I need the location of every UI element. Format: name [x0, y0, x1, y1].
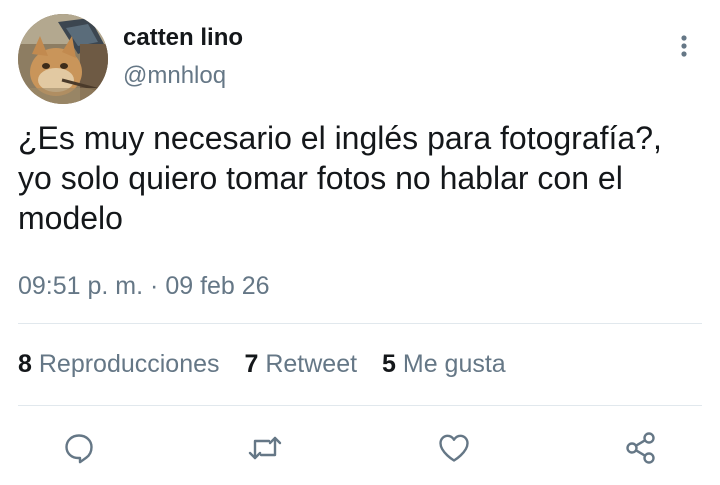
tweet-time: 09:51 p. m.: [18, 272, 144, 300]
tweet-timestamp[interactable]: 09:51 p. m. · 09 feb 26: [18, 268, 270, 304]
avatar-image: [18, 14, 108, 104]
more-vertical-icon: [681, 35, 687, 57]
likes-label: Me gusta: [402, 350, 506, 378]
reply-button[interactable]: [57, 426, 101, 470]
heart-icon: [439, 434, 469, 462]
likes-stat[interactable]: 5 Me gusta: [382, 346, 506, 382]
tweet-text: ¿Es muy necesario el inglés para fotogra…: [18, 120, 662, 236]
share-button[interactable]: [619, 426, 663, 470]
like-button[interactable]: [432, 426, 476, 470]
tweet-date: 09 feb 26: [165, 272, 270, 300]
retweets-count: 7: [244, 350, 259, 378]
divider: [18, 405, 702, 406]
views-label: Reproducciones: [38, 350, 220, 378]
tweet-card: catten lino @mnhloq ¿Es muy necesario el…: [0, 0, 720, 485]
retweets-label: Retweet: [265, 350, 358, 378]
user-handle[interactable]: @mnhloq: [123, 56, 243, 96]
retweets-stat[interactable]: 7 Retweet: [244, 346, 357, 382]
avatar[interactable]: [18, 14, 108, 104]
retweet-icon: [248, 436, 282, 460]
share-icon: [626, 432, 655, 464]
likes-count: 5: [382, 350, 396, 378]
display-name[interactable]: catten lino: [123, 20, 243, 56]
tweet-header: catten lino @mnhloq: [18, 14, 702, 106]
views-stat[interactable]: 8 Reproducciones: [18, 346, 220, 382]
timestamp-separator: ·: [150, 272, 159, 300]
tweet-actions: [0, 420, 720, 474]
tweet-stats: 8 Reproducciones 7 Retweet 5 Me gusta: [18, 346, 524, 382]
user-names: catten lino @mnhloq: [123, 20, 243, 96]
divider: [18, 323, 702, 324]
retweet-button[interactable]: [243, 426, 287, 470]
views-count: 8: [18, 350, 32, 378]
more-options-button[interactable]: [666, 28, 702, 64]
reply-icon: [65, 434, 93, 464]
